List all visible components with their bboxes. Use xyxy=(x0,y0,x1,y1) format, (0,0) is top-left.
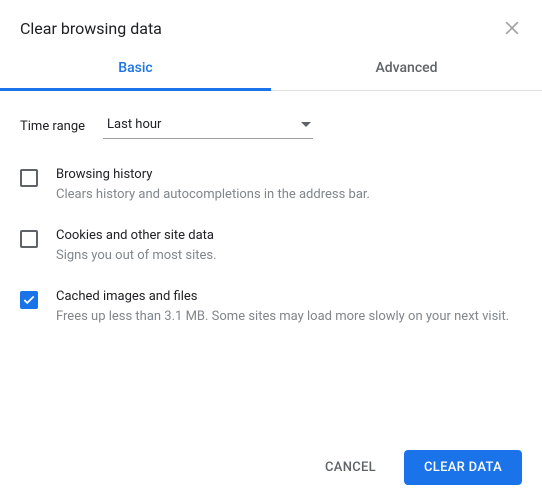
dialog-content: Time range Last hour Browsing history Cl… xyxy=(0,91,542,327)
close-icon xyxy=(502,18,522,38)
option-cached: Cached images and files Frees up less th… xyxy=(20,289,522,326)
checkmark-icon xyxy=(22,293,36,307)
chevron-down-icon xyxy=(301,122,311,127)
option-title: Browsing history xyxy=(56,167,522,182)
option-text: Cookies and other site data Signs you ou… xyxy=(56,228,522,265)
time-range-value: Last hour xyxy=(107,117,161,132)
time-range-row: Time range Last hour xyxy=(20,113,522,139)
option-desc: Frees up less than 3.1 MB. Some sites ma… xyxy=(56,308,522,326)
checkbox-cookies[interactable] xyxy=(20,230,38,248)
option-desc: Clears history and autocompletions in th… xyxy=(56,186,522,204)
option-text: Cached images and files Frees up less th… xyxy=(56,289,522,326)
dialog-title: Clear browsing data xyxy=(20,19,162,38)
clear-data-button[interactable]: CLEAR DATA xyxy=(404,450,522,485)
cancel-button[interactable]: CANCEL xyxy=(305,450,396,485)
close-button[interactable] xyxy=(502,18,522,38)
tab-advanced[interactable]: Advanced xyxy=(271,48,542,90)
option-browsing-history: Browsing history Clears history and auto… xyxy=(20,167,522,204)
dialog-header: Clear browsing data xyxy=(0,0,542,48)
checkbox-browsing-history[interactable] xyxy=(20,169,38,187)
dialog-footer: CANCEL CLEAR DATA xyxy=(305,450,522,485)
option-cookies: Cookies and other site data Signs you ou… xyxy=(20,228,522,265)
option-title: Cookies and other site data xyxy=(56,228,522,243)
option-title: Cached images and files xyxy=(56,289,522,304)
checkbox-cached[interactable] xyxy=(20,291,38,309)
time-range-label: Time range xyxy=(20,119,85,134)
tab-basic[interactable]: Basic xyxy=(0,48,271,90)
time-range-select[interactable]: Last hour xyxy=(103,113,313,139)
clear-browsing-data-dialog: Clear browsing data Basic Advanced Time … xyxy=(0,0,542,503)
option-desc: Signs you out of most sites. xyxy=(56,247,522,265)
option-text: Browsing history Clears history and auto… xyxy=(56,167,522,204)
tabs: Basic Advanced xyxy=(0,48,542,91)
